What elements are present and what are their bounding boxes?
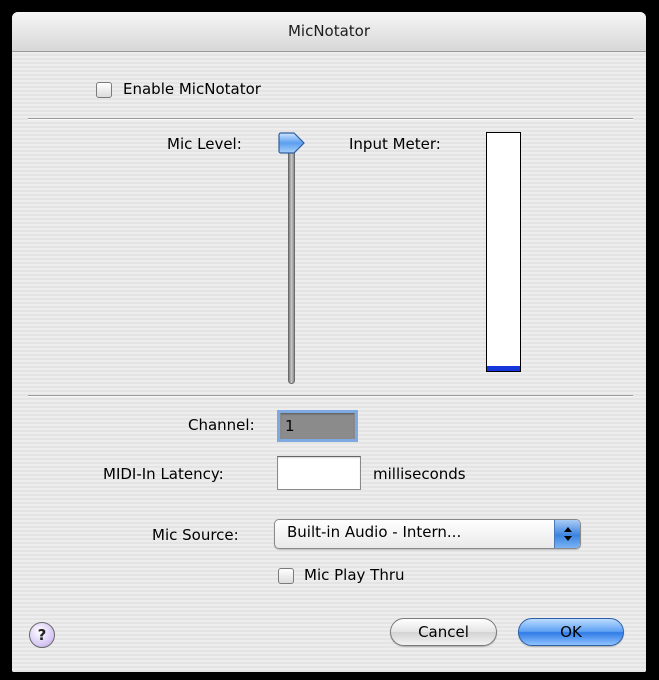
mic-level-slider-track[interactable] <box>288 144 295 384</box>
mic-play-thru-label: Mic Play Thru <box>304 566 405 584</box>
top-divider <box>28 118 633 120</box>
window-title: MicNotator <box>287 22 371 40</box>
micnotator-dialog: MicNotator Enable MicNotator Mic Level: … <box>12 12 646 672</box>
mic-play-thru-checkbox[interactable] <box>278 568 294 584</box>
title-bar[interactable]: MicNotator <box>12 12 646 52</box>
mic-source-popup[interactable]: Built-in Audio - Intern... <box>274 519 581 549</box>
channel-field[interactable] <box>277 410 358 442</box>
input-meter-label: Input Meter: <box>349 135 441 153</box>
ok-button[interactable]: OK <box>518 618 624 646</box>
midi-in-latency-field[interactable] <box>277 456 361 490</box>
mic-level-label: Mic Level: <box>167 135 242 153</box>
enable-micnotator-checkbox[interactable] <box>96 82 112 98</box>
slider-thumb-icon[interactable] <box>276 132 306 154</box>
middle-divider <box>28 395 633 397</box>
milliseconds-label: milliseconds <box>373 465 466 483</box>
mic-source-value: Built-in Audio - Intern... <box>287 523 462 541</box>
enable-micnotator-label: Enable MicNotator <box>123 80 261 98</box>
channel-label: Channel: <box>188 416 255 434</box>
input-meter-level <box>487 366 520 371</box>
mic-source-label: Mic Source: <box>152 526 239 544</box>
input-meter <box>486 132 521 372</box>
cancel-button[interactable]: Cancel <box>390 618 497 646</box>
dialog-content: Enable MicNotator Mic Level: Input Meter… <box>12 52 646 672</box>
up-down-arrows-icon <box>554 520 580 548</box>
help-icon[interactable]: ? <box>29 622 55 648</box>
midi-in-latency-label: MIDI-In Latency: <box>103 465 224 483</box>
